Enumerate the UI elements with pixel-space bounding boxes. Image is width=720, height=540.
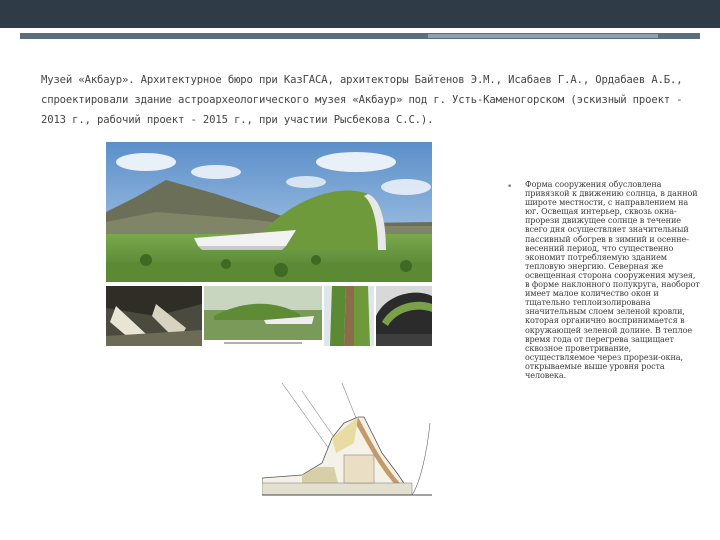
interior-render-image	[106, 286, 202, 346]
green-roof-detail-image	[324, 286, 374, 346]
thumbnail-strip	[106, 286, 432, 346]
description-text: Форма сооружения обусловлена привязкой к…	[525, 179, 700, 380]
site-model-image	[204, 286, 322, 346]
top-bar	[0, 0, 720, 28]
section-drawing	[262, 383, 432, 503]
bullet-marker: •	[507, 182, 513, 192]
hero-render-image	[106, 142, 432, 282]
window-slot-detail-image	[376, 286, 432, 346]
slide-title: Музей «Акбаур». Архитектурное бюро при К…	[41, 74, 683, 126]
accent-stripe-highlight	[428, 34, 658, 38]
